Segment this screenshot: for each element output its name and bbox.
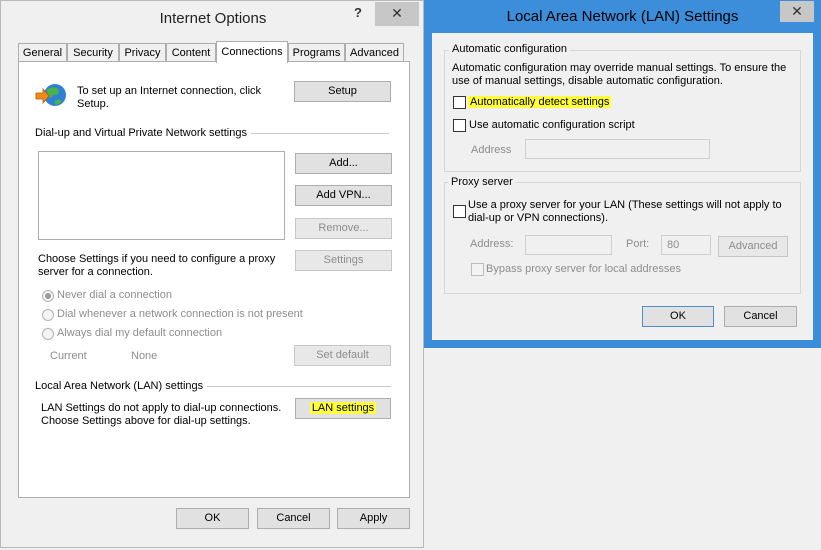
use-proxy-label-line-2: dial-up or VPN connections).: [468, 212, 609, 224]
tab-privacy[interactable]: Privacy: [119, 43, 166, 61]
ok-button[interactable]: OK: [642, 306, 714, 327]
add-button[interactable]: Add...: [295, 153, 392, 174]
radio-dial-whenever[interactable]: [42, 309, 54, 321]
help-button[interactable]: ?: [345, 2, 371, 26]
settings-button[interactable]: Settings: [295, 250, 392, 271]
tab-content[interactable]: Content: [166, 43, 216, 61]
setup-button[interactable]: Setup: [294, 81, 391, 102]
settings-text-line-2: server for a connection.: [38, 266, 153, 278]
port-input[interactable]: 80: [661, 235, 711, 255]
setup-text-line-1: To set up an Internet connection, click: [77, 85, 262, 97]
tab-advanced[interactable]: Advanced: [345, 43, 404, 61]
proxy-group-label: Proxy server: [448, 176, 516, 188]
auto-detect-label: Automatically detect settings: [468, 96, 612, 108]
lan-settings-button[interactable]: LAN settings: [295, 398, 391, 419]
port-label: Port:: [626, 238, 650, 250]
proxy-address-label: Address:: [470, 238, 514, 250]
current-label: Current: [50, 350, 87, 362]
lan-settings-content: Automatic configuration Automatic config…: [432, 33, 813, 340]
advanced-button[interactable]: Advanced: [718, 236, 788, 257]
apply-button[interactable]: Apply: [337, 508, 410, 529]
tab-security[interactable]: Security: [67, 43, 119, 61]
internet-options-window: Internet Options ? ✕ General Security Pr…: [0, 0, 424, 548]
lan-settings-button-label: LAN settings: [309, 402, 377, 414]
globe-connection-icon: [35, 82, 67, 110]
tab-general[interactable]: General: [18, 43, 67, 61]
bypass-checkbox[interactable]: [471, 263, 484, 276]
set-default-button[interactable]: Set default: [294, 345, 391, 366]
address-input[interactable]: [525, 139, 710, 159]
window-title: Local Area Network (LAN) Settings: [506, 8, 739, 25]
radio-always-dial-label: Always dial my default connection: [57, 327, 223, 339]
lan-group-label: Local Area Network (LAN) settings: [35, 380, 208, 392]
bypass-label: Bypass proxy server for local addresses: [486, 263, 682, 275]
proxy-address-input[interactable]: [525, 235, 612, 255]
lan-settings-window: Local Area Network (LAN) Settings ✕ Auto…: [424, 0, 821, 348]
use-proxy-label-line-1: Use a proxy server for your LAN (These s…: [468, 199, 782, 211]
remove-button[interactable]: Remove...: [295, 218, 392, 239]
cancel-button[interactable]: Cancel: [257, 508, 330, 529]
connections-panel: To set up an Internet connection, click …: [18, 61, 410, 498]
connections-list[interactable]: [38, 151, 285, 240]
title-bar: Internet Options ? ✕: [1, 1, 425, 35]
lan-text-line-1: LAN Settings do not apply to dial-up con…: [41, 402, 282, 414]
auto-config-desc-line-2: use of manual settings, disable automati…: [452, 75, 723, 87]
radio-always-dial[interactable]: [42, 328, 54, 340]
tab-programs[interactable]: Programs: [288, 43, 345, 61]
radio-never-dial[interactable]: [42, 290, 54, 302]
radio-dial-whenever-label: Dial whenever a network connection is no…: [57, 308, 303, 320]
close-button[interactable]: ✕: [375, 2, 419, 26]
auto-script-label: Use automatic configuration script: [469, 119, 635, 131]
auto-script-checkbox[interactable]: [453, 119, 466, 132]
group-divider: [205, 386, 391, 387]
auto-detect-checkbox[interactable]: [453, 96, 466, 109]
current-value: None: [131, 350, 158, 362]
auto-config-group-label: Automatic configuration: [449, 43, 570, 55]
settings-text-line-1: Choose Settings if you need to configure…: [38, 253, 276, 265]
auto-config-desc-line-1: Automatic configuration may override man…: [452, 62, 787, 74]
radio-never-dial-label: Never dial a connection: [57, 289, 172, 301]
auto-detect-label-text: Automatically detect settings: [468, 96, 612, 108]
use-proxy-checkbox[interactable]: [453, 205, 466, 218]
tab-connections[interactable]: Connections: [216, 41, 288, 63]
group-divider: [249, 133, 389, 134]
dialup-group-label: Dial-up and Virtual Private Network sett…: [35, 127, 251, 139]
add-vpn-button[interactable]: Add VPN...: [295, 185, 392, 206]
cancel-button[interactable]: Cancel: [724, 306, 797, 327]
ok-button[interactable]: OK: [176, 508, 249, 529]
setup-text-line-2: Setup.: [77, 98, 109, 110]
close-button[interactable]: ✕: [780, 1, 814, 22]
lan-text-line-2: Choose Settings above for dial-up settin…: [41, 415, 251, 427]
address-label: Address: [471, 144, 512, 156]
